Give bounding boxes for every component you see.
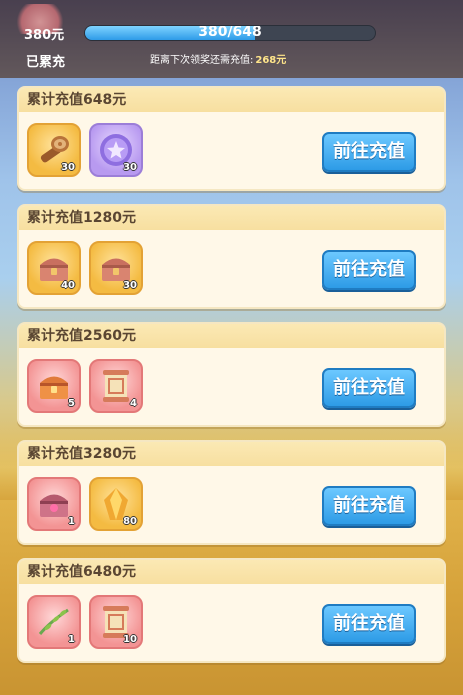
reward-items: 40 30 bbox=[27, 241, 143, 295]
reward-items: 5 4 bbox=[27, 359, 143, 413]
reward-items: 1 10 bbox=[27, 595, 143, 649]
next-reward-tip-label: 距离下次领奖还需充值: bbox=[150, 55, 254, 66]
reward-item[interactable]: 1 bbox=[27, 477, 81, 531]
go-recharge-button[interactable]: 前往充值 bbox=[322, 486, 416, 526]
go-recharge-button[interactable]: 前往充值 bbox=[322, 250, 416, 290]
reward-count: 30 bbox=[123, 280, 137, 291]
tier-title: 累计充值2560元 bbox=[19, 324, 444, 348]
reward-item[interactable]: 4 bbox=[89, 359, 143, 413]
tier-title: 累计充值1280元 bbox=[19, 206, 444, 230]
reward-tier-card: 累计充值1280元 40 30 前往充值 bbox=[17, 204, 446, 309]
reward-item[interactable]: 10 bbox=[89, 595, 143, 649]
go-recharge-button[interactable]: 前往充值 bbox=[322, 368, 416, 408]
progress-bar: 380/648 bbox=[84, 25, 376, 41]
tier-title: 累计充值6480元 bbox=[19, 560, 444, 584]
reward-item[interactable]: 30 bbox=[27, 123, 81, 177]
reward-count: 1 bbox=[68, 634, 75, 645]
reward-item[interactable]: 80 bbox=[89, 477, 143, 531]
tier-title: 累计充值648元 bbox=[19, 88, 444, 112]
reward-item[interactable]: 1 bbox=[27, 595, 81, 649]
tier-title: 累计充值3280元 bbox=[19, 442, 444, 466]
go-recharge-button[interactable]: 前往充值 bbox=[322, 132, 416, 172]
reward-tier-card: 累计充值648元 30 30 前往充值 bbox=[17, 86, 446, 191]
reward-item[interactable]: 30 bbox=[89, 123, 143, 177]
reward-items: 1 80 bbox=[27, 477, 143, 531]
reward-count: 40 bbox=[61, 280, 75, 291]
recharged-amount: 380元 bbox=[24, 28, 65, 43]
total-recharge-label: 已累充 bbox=[26, 55, 66, 70]
reward-item[interactable]: 5 bbox=[27, 359, 81, 413]
reward-count: 4 bbox=[130, 398, 137, 409]
reward-count: 5 bbox=[68, 398, 75, 409]
reward-tier-list[interactable]: 累计充值648元 30 30 前往充值 累计充值1280元 40 30 前往充值… bbox=[17, 86, 446, 676]
go-recharge-button[interactable]: 前往充值 bbox=[322, 604, 416, 644]
progress-text: 380/648 bbox=[198, 25, 262, 40]
reward-count: 1 bbox=[68, 516, 75, 527]
reward-item[interactable]: 40 bbox=[27, 241, 81, 295]
next-reward-tip-value: 268元 bbox=[255, 55, 287, 66]
reward-tier-card: 累计充值6480元 1 10 前往充值 bbox=[17, 558, 446, 663]
reward-count: 30 bbox=[123, 162, 137, 173]
reward-count: 10 bbox=[123, 634, 137, 645]
next-reward-tip: 距离下次领奖还需充值: 268元 bbox=[150, 51, 286, 66]
reward-count: 30 bbox=[61, 162, 75, 173]
reward-tier-card: 累计充值3280元 1 80 前往充值 bbox=[17, 440, 446, 545]
reward-item[interactable]: 30 bbox=[89, 241, 143, 295]
reward-count: 80 bbox=[123, 516, 137, 527]
reward-tier-card: 累计充值2560元 5 4 前往充值 bbox=[17, 322, 446, 427]
recharge-header: 380元 已累充 380/648 距离下次领奖还需充值: 268元 bbox=[0, 0, 463, 78]
reward-items: 30 30 bbox=[27, 123, 143, 177]
